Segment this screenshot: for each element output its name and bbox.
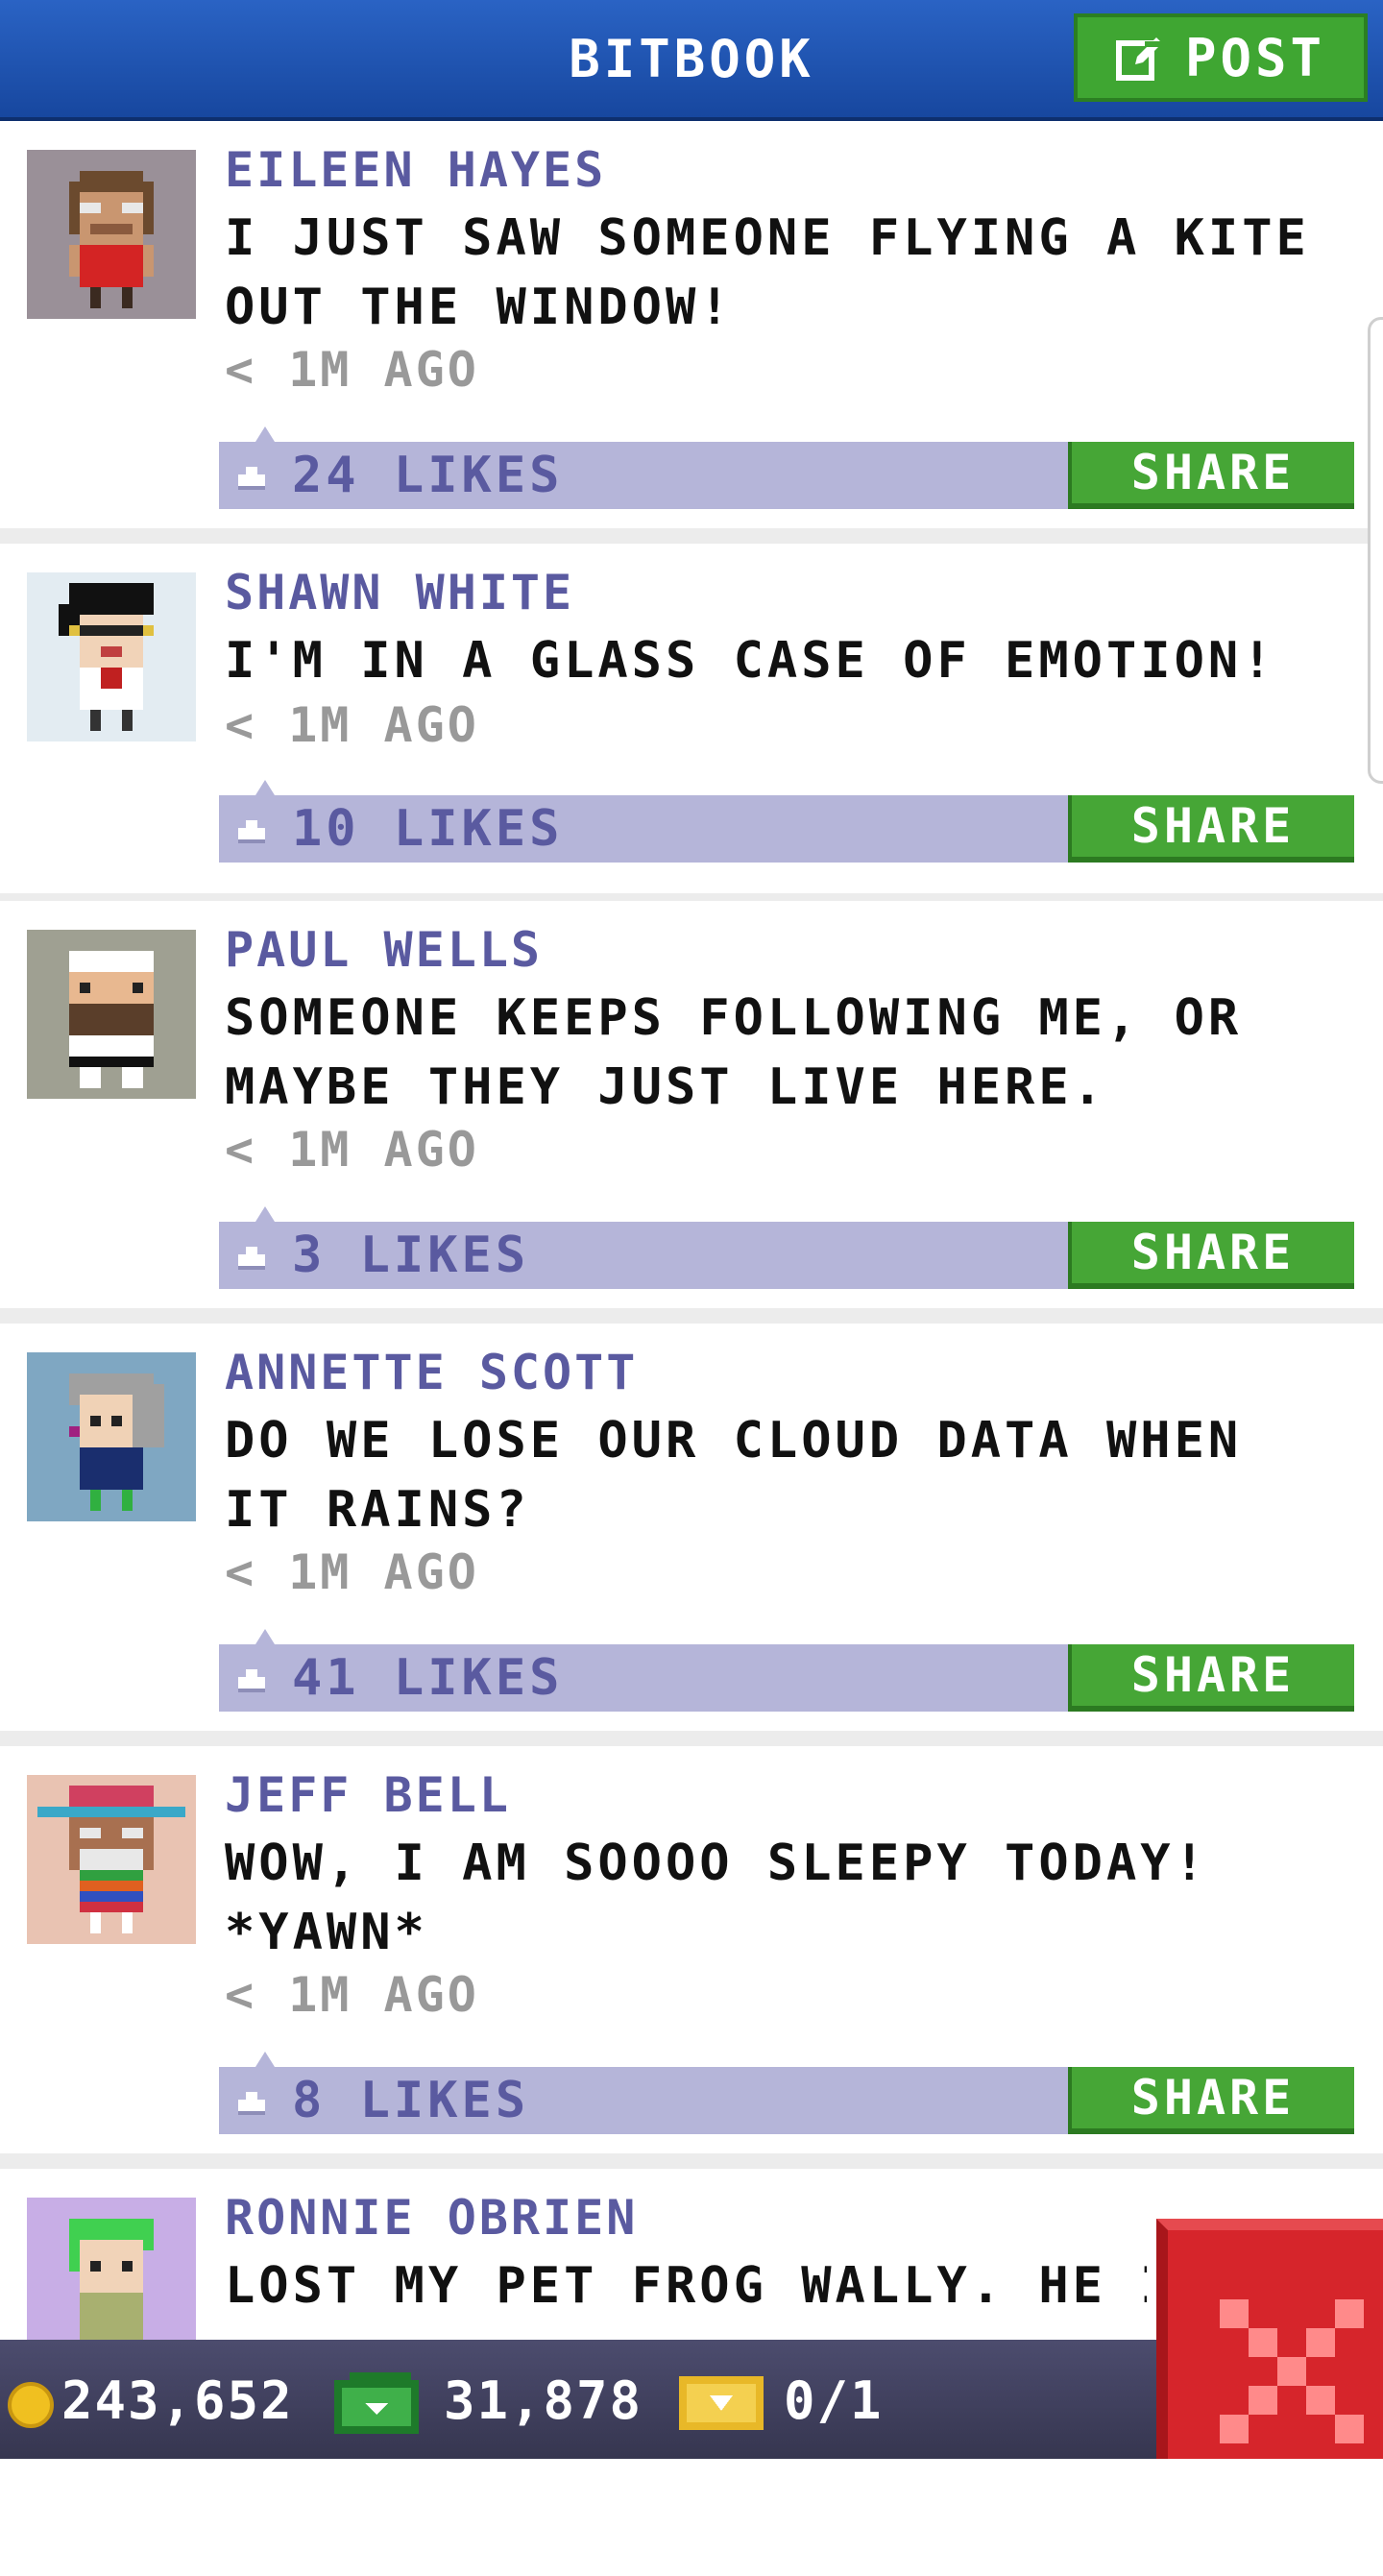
like-count: 24 LIKES	[292, 447, 564, 504]
post-message: LOST MY PET FROG WALLY. HE IS	[225, 2257, 1147, 2315]
bux-icon	[334, 2372, 419, 2434]
coin-icon	[8, 2382, 54, 2428]
post-author[interactable]: SHAWN WHITE	[225, 559, 574, 626]
share-button[interactable]: SHARE	[1068, 1644, 1354, 1712]
feed-post: JEFF BELL WOW, I AM SOOOO SLEEPY TODAY! …	[0, 1746, 1383, 2153]
like-count: 10 LIKES	[292, 800, 564, 858]
like-bar-notch	[255, 2052, 275, 2067]
like-bar: 8 LIKES SHARE	[219, 2052, 1354, 2134]
post-author[interactable]: JEFF BELL	[225, 1762, 511, 1829]
share-button[interactable]: SHARE	[1068, 442, 1354, 509]
like-bar: 3 LIKES SHARE	[219, 1206, 1354, 1289]
compose-icon	[1115, 37, 1164, 81]
avatar	[27, 150, 196, 319]
like-icon[interactable]	[234, 459, 269, 492]
like-bar-notch	[255, 426, 275, 442]
scroll-indicator[interactable]	[1368, 317, 1383, 784]
like-icon[interactable]	[234, 1662, 269, 1694]
post-message: I'M IN A GLASS CASE OF EMOTION!	[225, 632, 1276, 690]
post-button-label: POST	[1184, 27, 1326, 88]
like-bar: 41 LIKES SHARE	[219, 1629, 1354, 1712]
like-icon[interactable]	[234, 2084, 269, 2117]
like-count: 41 LIKES	[292, 1649, 564, 1707]
feed-post: ANNETTE SCOTT DO WE LOSE OUR CLOUD DATA …	[0, 1324, 1383, 1731]
like-count: 3 LIKES	[292, 1227, 530, 1284]
post-author[interactable]: ANNETTE SCOTT	[225, 1339, 638, 1406]
ticket-count: 0/1	[784, 2370, 884, 2431]
avatar	[27, 1775, 196, 1944]
post-message: DO WE LOSE OUR CLOUD DATA WHEN IT RAINS?	[225, 1412, 1243, 1539]
avatar	[27, 1352, 196, 1521]
post-message: WOW, I AM SOOOO SLEEPY TODAY! *YAWN*	[225, 1835, 1208, 1961]
post-message: I JUST SAW SOMEONE FLYING A KITE OUT THE…	[225, 209, 1310, 336]
share-button[interactable]: SHARE	[1068, 1222, 1354, 1289]
like-bar-notch	[255, 1206, 275, 1222]
bux-count: 31,878	[444, 2370, 643, 2431]
post-author[interactable]: PAUL WELLS	[225, 916, 543, 984]
post-time: < 1M AGO	[225, 697, 479, 753]
coin-count: 243,652	[61, 2370, 294, 2431]
like-bar-notch	[255, 1629, 275, 1644]
post-time: < 1M AGO	[225, 342, 479, 398]
post-author[interactable]: EILEEN HAYES	[225, 136, 606, 204]
like-bar-notch	[255, 780, 275, 795]
like-icon[interactable]	[234, 1239, 269, 1272]
top-bar: BITBOOK POST	[0, 0, 1383, 121]
like-bar: 24 LIKES SHARE	[219, 426, 1354, 509]
feed-post: SHAWN WHITE I'M IN A GLASS CASE OF EMOTI…	[0, 544, 1383, 893]
post-button[interactable]: POST	[1074, 13, 1368, 102]
feed-post: EILEEN HAYES I JUST SAW SOMEONE FLYING A…	[0, 121, 1383, 528]
share-button[interactable]: SHARE	[1068, 2067, 1354, 2134]
like-count: 8 LIKES	[292, 2072, 530, 2129]
share-button[interactable]: SHARE	[1068, 795, 1354, 863]
like-icon[interactable]	[234, 813, 269, 845]
post-time: < 1M AGO	[225, 1544, 479, 1600]
avatar	[27, 572, 196, 741]
close-icon	[1220, 2299, 1364, 2443]
post-time: < 1M AGO	[225, 1967, 479, 2023]
like-bar: 10 LIKES SHARE	[219, 780, 1354, 863]
ticket-icon	[679, 2376, 764, 2430]
close-button[interactable]	[1156, 2219, 1383, 2459]
post-message: SOMEONE KEEPS FOLLOWING ME, OR MAYBE THE…	[225, 989, 1243, 1116]
feed-post: PAUL WELLS SOMEONE KEEPS FOLLOWING ME, O…	[0, 901, 1383, 1308]
post-author[interactable]: RONNIE OBRIEN	[225, 2184, 638, 2251]
avatar	[27, 930, 196, 1099]
post-time: < 1M AGO	[225, 1122, 479, 1178]
